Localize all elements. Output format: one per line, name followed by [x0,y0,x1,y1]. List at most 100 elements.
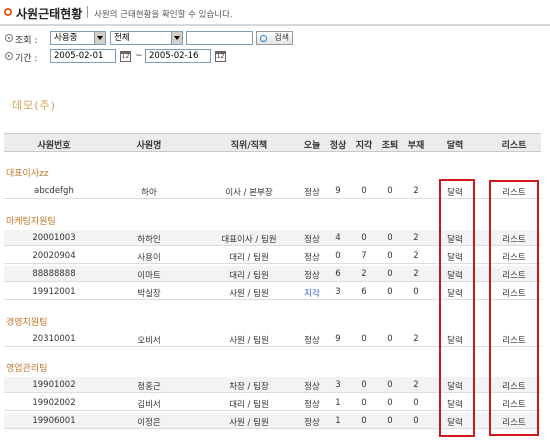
date-range-separator: ~ [135,51,143,61]
column-header-id: 사원번호 [37,141,71,151]
search-filter-row: 조회 : 사용중 전체 검색 [0,30,550,48]
start-date-input[interactable]: 2005-02-01 [50,49,116,63]
late-count: 0 [361,398,367,408]
today-status: 정상 [304,235,320,245]
absence-count: 0 [413,398,419,408]
late-count: 2 [361,269,367,279]
refresh-icon [260,35,267,42]
column-header-today: 오늘 [303,141,321,151]
today-status: 정상 [304,188,320,198]
employee-position: 대리 / 팀원 [229,400,269,410]
normal-count: 1 [335,416,341,426]
employee-id: 20020904 [32,251,76,261]
employee-position: 대표이사 / 팀원 [221,235,277,245]
employee-id: 19912001 [32,287,76,297]
page-title: 사원근태현황 [16,7,83,21]
absence-count: 2 [413,251,419,261]
column-header-absent: 부재 [407,141,425,151]
employee-position: 대리 / 팀원 [229,253,269,263]
absence-count: 0 [413,416,419,426]
employee-name: 하하인 [137,235,161,245]
title-bullet-icon [4,8,12,16]
absence-count: 2 [413,334,419,344]
end-date-input[interactable]: 2005-02-16 [145,49,211,63]
employee-position: 사원 / 팀원 [229,336,269,346]
period-label: 기간 : [15,54,38,64]
group-label: 대표이사zz [6,169,49,179]
employee-name: 이정은 [137,418,161,428]
employee-name: 하아 [141,188,157,198]
employee-name: 박실장 [137,289,161,299]
column-header-late: 지각 [355,141,373,151]
company-name: 데모(주) [12,99,56,112]
late-count: 7 [361,251,367,261]
scope-select[interactable]: 전체 [110,31,183,45]
employee-name: 정홍근 [137,382,161,392]
early-leave-count: 0 [387,269,393,279]
column-header-position: 직위/직책 [230,141,268,151]
title-divider [87,6,88,18]
today-status: 정상 [304,382,320,392]
normal-count: 9 [335,186,341,196]
employee-id: 20001003 [32,233,76,243]
calendar-icon[interactable]: 12 [215,51,226,62]
status-select-value: 사용중 [54,33,78,43]
keyword-input[interactable] [186,31,253,45]
today-status: 정상 [304,400,320,410]
early-leave-count: 0 [387,398,393,408]
today-status: 지각 [304,289,320,299]
employee-id: 88888888 [32,269,76,279]
employee-id: 20310001 [32,334,76,344]
normal-count: 0 [335,251,341,261]
absence-count: 2 [413,233,419,243]
bullet-icon [5,34,13,42]
column-header-calendar: 달력 [446,141,464,151]
period-filter-row: 기간 : 2005-02-01 12 ~ 2005-02-16 12 [0,48,550,66]
employee-position: 이사 / 본부장 [225,188,273,198]
calendar-icon[interactable]: 12 [120,51,131,62]
search-button[interactable]: 검색 [256,31,293,45]
today-status: 정상 [304,271,320,281]
column-header-list: 리스트 [501,141,527,151]
employee-position: 사원 / 팀원 [229,289,269,299]
column-header-early: 조퇴 [381,141,399,151]
employee-name: 김비서 [137,400,161,410]
late-count: 0 [361,186,367,196]
employee-name: 이마트 [137,271,161,281]
scope-select-value: 전체 [114,33,130,43]
absence-count: 2 [413,269,419,279]
employee-position: 차장 / 팀장 [229,382,269,392]
bullet-icon [5,52,13,60]
late-count: 0 [361,416,367,426]
list-column-highlight [489,180,539,436]
employee-name: 오비서 [137,336,161,346]
employee-position: 사원 / 팀원 [229,418,269,428]
late-count: 0 [361,380,367,390]
early-leave-count: 0 [387,186,393,196]
chevron-down-icon [171,32,182,44]
page-description: 사원의 근태현황을 확인할 수 있습니다. [94,10,233,20]
employee-position: 대리 / 팀원 [229,271,269,281]
title-bar: 사원근태현황 사원의 근태현황을 확인할 수 있습니다. [0,0,550,26]
employee-id: 19901002 [32,380,76,390]
normal-count: 3 [335,380,341,390]
employee-id: 19902002 [32,398,76,408]
table-header: 사원번호 사원명 직위/직책 오늘 정상 지각 조퇴 부재 달력 리스트 [4,133,541,152]
column-header-name: 사원명 [136,141,162,151]
late-count: 0 [361,233,367,243]
status-select[interactable]: 사용중 [50,31,106,45]
search-button-label: 검색 [274,33,289,42]
search-label: 조회 : [15,36,38,46]
early-leave-count: 0 [387,380,393,390]
employee-id: 19906001 [32,416,76,426]
group-label: 경영지원팀 [6,318,48,328]
employee-name: 사용이 [137,253,161,263]
today-status: 정상 [304,336,320,346]
group-label: 마케팅지원팀 [6,217,56,227]
early-leave-count: 0 [387,334,393,344]
early-leave-count: 0 [387,251,393,261]
today-status: 정상 [304,418,320,428]
normal-count: 9 [335,334,341,344]
early-leave-count: 0 [387,233,393,243]
absence-count: 2 [413,380,419,390]
